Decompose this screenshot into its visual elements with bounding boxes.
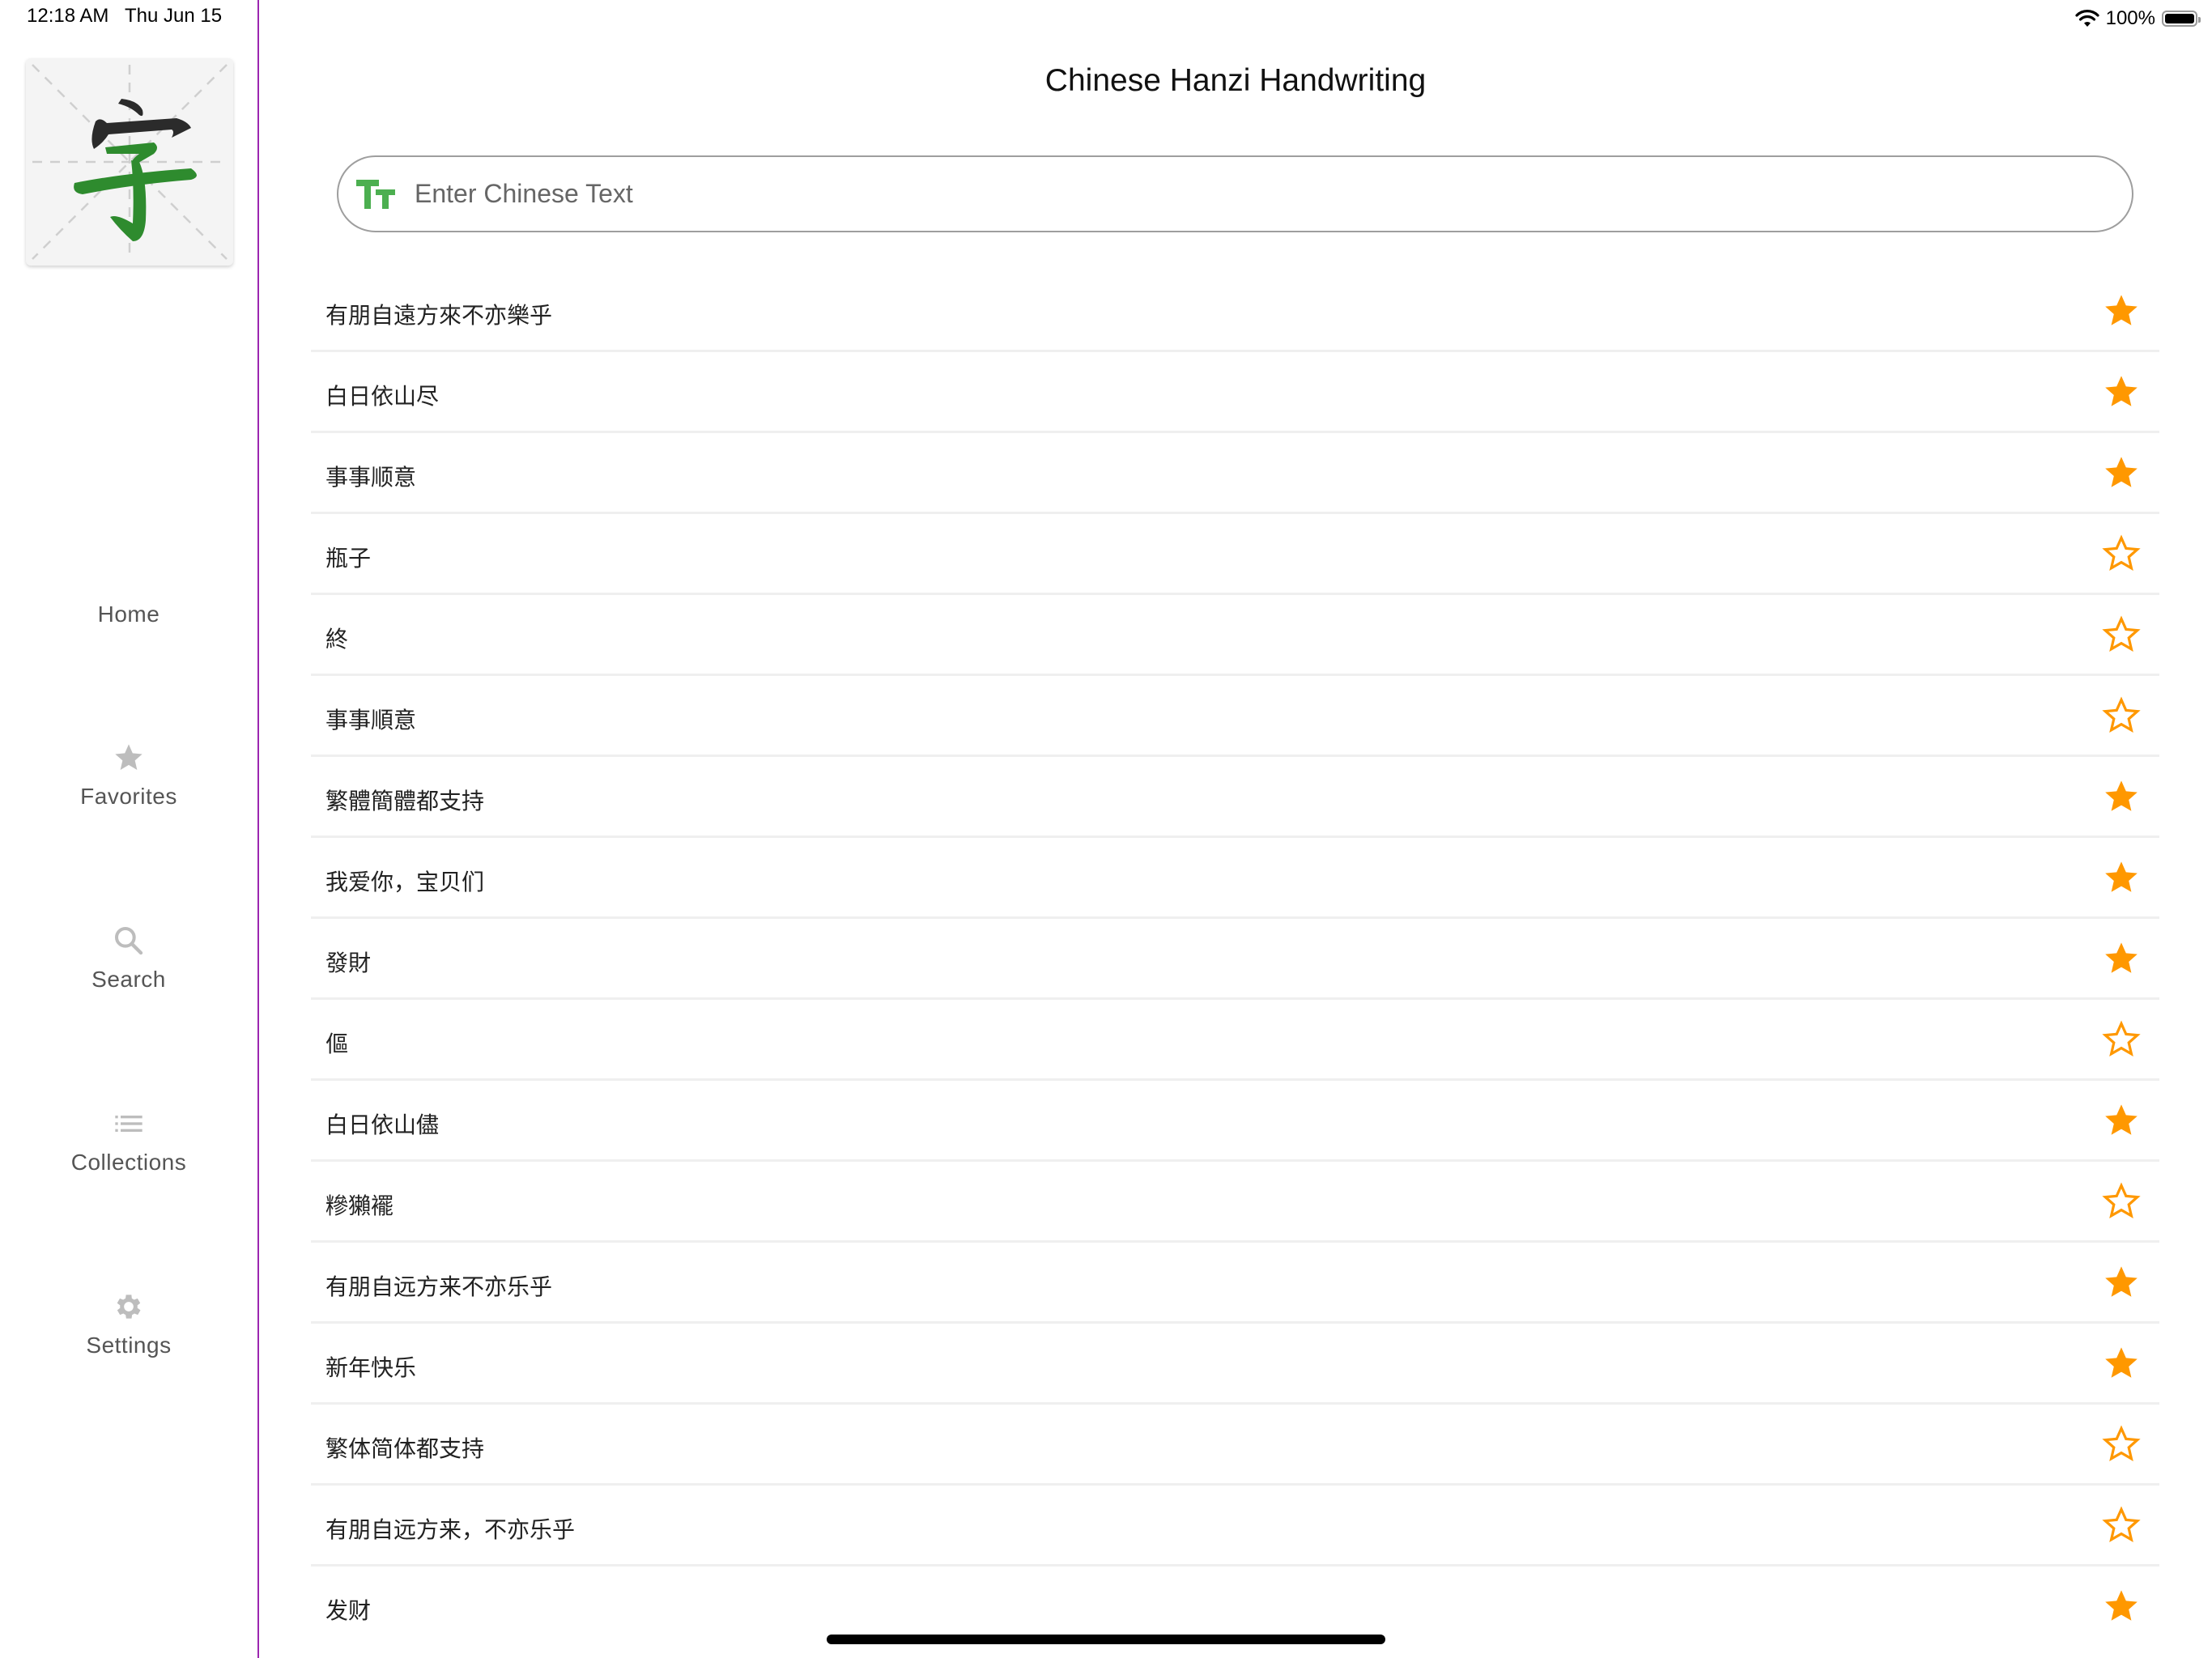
list-item-text: 白日依山儘: [325, 1112, 440, 1138]
star-outline-icon[interactable]: [2102, 1182, 2141, 1221]
nav-label-home: Home: [97, 602, 160, 627]
battery-percent: 100%: [2105, 7, 2155, 29]
list-item-text: 有朋自远方来不亦乐乎: [325, 1273, 553, 1300]
hanzi-list: 有朋自遠方來不亦樂乎 白日依山尽 事事顺意 瓶子 終 事事順意 繁體簡體都支持 …: [311, 271, 2159, 1645]
nav-item-collections[interactable]: Collections: [0, 1098, 257, 1195]
hanzi-logo-icon: [26, 58, 233, 266]
star-filled-icon[interactable]: [2102, 939, 2141, 978]
home-icon-indicator: [83, 550, 174, 602]
list-item[interactable]: 傴: [311, 1000, 2159, 1081]
gear-icon: [117, 1295, 141, 1319]
star-outline-icon[interactable]: [2102, 1506, 2141, 1545]
star-filled-icon[interactable]: [2102, 1344, 2141, 1383]
home-indicator: [827, 1635, 1385, 1644]
list-item-text: 我爱你，宝贝们: [325, 869, 485, 895]
nav-label-collections: Collections: [70, 1150, 187, 1175]
list-item[interactable]: 發財: [311, 919, 2159, 1000]
list-item[interactable]: 有朋自远方来不亦乐乎: [311, 1243, 2159, 1324]
list-item[interactable]: 我爱你，宝贝们: [311, 838, 2159, 919]
wifi-icon: [2075, 10, 2099, 27]
list-item-text: 傴: [325, 1031, 349, 1057]
list-item-text: 發財: [325, 950, 372, 976]
chinese-text-field[interactable]: [337, 155, 2133, 232]
list-item-text: 終: [325, 626, 349, 653]
list-item[interactable]: 繁体简体都支持: [311, 1405, 2159, 1486]
star-outline-icon[interactable]: [2102, 615, 2141, 654]
star-outline-icon[interactable]: [2102, 696, 2141, 735]
star-filled-icon[interactable]: [2102, 372, 2141, 411]
list-item[interactable]: 有朋自遠方來不亦樂乎: [311, 271, 2159, 352]
nav-label-search: Search: [91, 967, 166, 992]
star-filled-icon[interactable]: [2102, 858, 2141, 897]
star-filled-icon[interactable]: [2102, 291, 2141, 330]
list-item[interactable]: 事事順意: [311, 676, 2159, 757]
nav-label-favorites: Favorites: [80, 784, 177, 809]
list-item-text: 瓶子: [325, 545, 372, 572]
list-item-text: 糝獺襬: [325, 1192, 394, 1219]
star-icon: [115, 744, 143, 770]
star-filled-icon[interactable]: [2102, 1101, 2141, 1140]
list-item[interactable]: 有朋自远方来，不亦乐乎: [311, 1486, 2159, 1567]
nav-label-settings: Settings: [86, 1333, 172, 1358]
list-item-text: 繁体简体都支持: [325, 1435, 485, 1462]
list-item[interactable]: 糝獺襬: [311, 1162, 2159, 1243]
status-indicators: 100%: [2075, 5, 2201, 32]
list-icon: [115, 1116, 143, 1132]
star-filled-icon[interactable]: [2102, 777, 2141, 816]
page-title: Chinese Hanzi Handwriting: [1044, 63, 1427, 98]
navigation-rail: Home Favorites Search Collections Settin…: [0, 0, 259, 1658]
nav-item-home[interactable]: Home: [0, 550, 257, 647]
list-item-text: 繁體簡體都支持: [325, 788, 485, 814]
search-icon: [115, 927, 143, 955]
list-item[interactable]: 白日依山尽: [311, 352, 2159, 433]
list-item[interactable]: 发财: [311, 1567, 2159, 1645]
list-item-text: 有朋自遠方來不亦樂乎: [325, 302, 553, 329]
list-item[interactable]: 新年快乐: [311, 1324, 2159, 1405]
list-item-text: 有朋自远方来，不亦乐乎: [325, 1516, 576, 1543]
list-item-text: 新年快乐: [325, 1354, 417, 1381]
list-item[interactable]: 繁體簡體都支持: [311, 757, 2159, 838]
nav-item-search[interactable]: Search: [0, 915, 257, 1012]
battery-icon: [2162, 11, 2201, 27]
chinese-text-input[interactable]: [413, 178, 2132, 210]
list-item[interactable]: 事事顺意: [311, 433, 2159, 514]
nav-item-settings[interactable]: Settings: [0, 1281, 257, 1378]
star-outline-icon[interactable]: [2102, 1425, 2141, 1464]
nav-item-favorites[interactable]: Favorites: [0, 732, 257, 829]
list-item-text: 白日依山尽: [325, 383, 440, 410]
list-item[interactable]: 終: [311, 595, 2159, 676]
list-item[interactable]: 白日依山儘: [311, 1081, 2159, 1162]
star-outline-icon[interactable]: [2102, 534, 2141, 573]
list-item[interactable]: 瓶子: [311, 514, 2159, 595]
star-filled-icon[interactable]: [2102, 453, 2141, 492]
list-item-text: 发财: [325, 1597, 372, 1624]
star-outline-icon[interactable]: [2102, 1020, 2141, 1059]
list-item-text: 事事順意: [325, 707, 417, 733]
list-item-text: 事事顺意: [325, 464, 417, 491]
star-filled-icon[interactable]: [2102, 1263, 2141, 1302]
home-icon: [113, 562, 144, 589]
battery-fill: [2165, 14, 2194, 23]
star-filled-icon[interactable]: [2102, 1587, 2141, 1626]
text-size-icon: [356, 178, 398, 210]
